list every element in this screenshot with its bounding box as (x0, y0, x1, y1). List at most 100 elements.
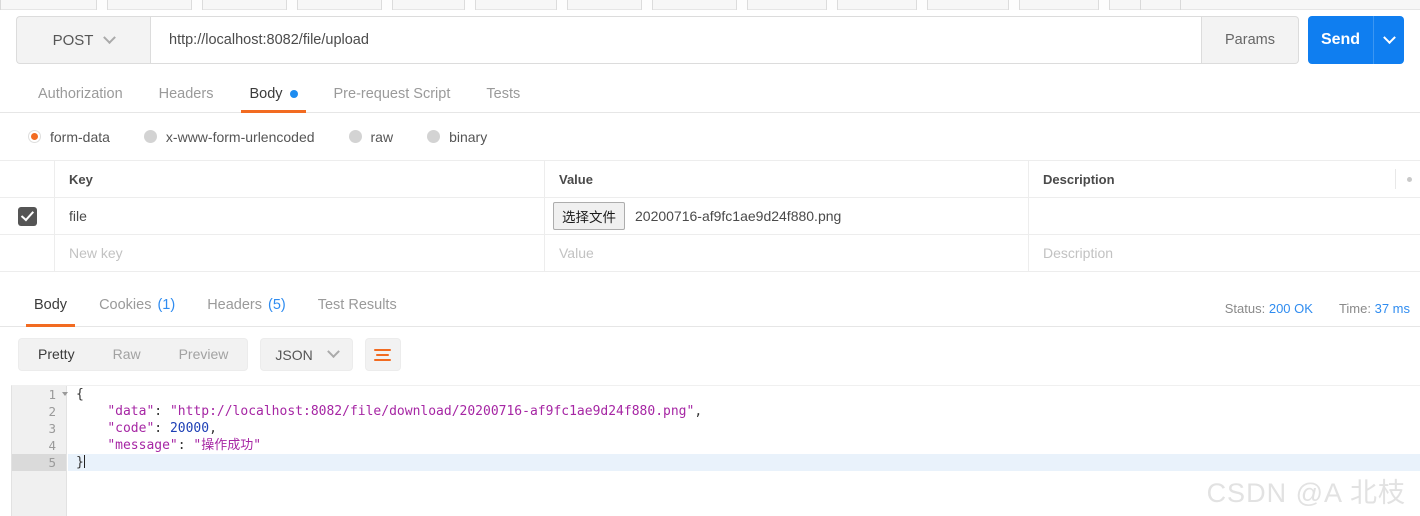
choose-file-button[interactable]: 选择文件 (553, 202, 625, 230)
radio-label: raw (370, 128, 394, 145)
send-button[interactable]: Send (1308, 16, 1373, 64)
json-value-message: "操作成功" (193, 438, 262, 453)
chevron-down-icon (1382, 30, 1396, 44)
column-header-description: Description (1043, 171, 1115, 187)
tab-tick (381, 0, 393, 10)
json-colon: : (177, 438, 194, 453)
radio-icon (143, 130, 157, 143)
header-key-cell: Key (55, 161, 545, 197)
response-tab-test-results[interactable]: Test Results (302, 284, 413, 326)
url-input[interactable]: http://localhost:8082/file/upload (150, 16, 1202, 64)
row-description-cell[interactable] (1029, 198, 1420, 234)
params-button[interactable]: Params (1202, 16, 1299, 64)
json-key-code: "code" (107, 421, 155, 436)
body-type-radio-group: form-data x-www-form-urlencoded raw bina… (0, 113, 1420, 161)
code-line-4: "message": "操作成功" (68, 437, 1420, 454)
time-label: Time: (1338, 301, 1371, 316)
url-text: http://localhost:8082/file/upload (169, 32, 369, 48)
tab-label: Headers (158, 86, 214, 102)
table-row: file 选择文件 20200716-af9fc1ae9d24f880.png (0, 198, 1420, 235)
tab-tick (286, 0, 298, 10)
wrap-line-icon (376, 353, 390, 356)
tab-tick (736, 0, 748, 10)
table-header-row: Key Value Description (0, 161, 1420, 198)
json-value-code: 20000 (169, 421, 210, 436)
tab-label: Authorization (38, 86, 123, 102)
radio-form-data[interactable]: form-data (28, 129, 110, 145)
json-value-data: "http://localhost:8082/file/download/202… (169, 404, 695, 419)
line-number: 2 (48, 404, 56, 419)
wrap-line-icon (374, 348, 392, 351)
send-group: Send (1308, 16, 1404, 64)
send-label: Send (1320, 31, 1361, 48)
json-open-brace: { (76, 387, 84, 402)
editor-gutter: 1 2 3 4 5 (12, 386, 68, 516)
radio-label: form-data (50, 128, 110, 145)
tab-tick (641, 0, 653, 10)
tab-tests[interactable]: Tests (468, 76, 538, 112)
table-new-row: New key Value Description (0, 235, 1420, 272)
body-modified-dot-icon (289, 90, 298, 98)
send-options-button[interactable] (1373, 16, 1404, 64)
tab-label: Body (249, 86, 283, 102)
view-mode-raw[interactable]: Raw (94, 338, 160, 371)
time-value: 37 ms (1374, 301, 1410, 316)
tab-label: Pre-request Script (333, 86, 451, 102)
new-key-cell[interactable]: New key (55, 235, 545, 271)
params-label: Params (1225, 32, 1275, 48)
radio-x-www-form-urlencoded[interactable]: x-www-form-urlencoded (143, 129, 315, 145)
form-data-table: Key Value Description file 选择文件 20200716… (0, 161, 1420, 272)
tab-authorization[interactable]: Authorization (20, 76, 141, 112)
row-key-cell[interactable]: file (55, 198, 545, 234)
new-description-placeholder: Description (1043, 245, 1114, 261)
code-line-2: "data": "http://localhost:8082/file/down… (68, 403, 1420, 420)
bulk-edit-icon[interactable] (1407, 176, 1412, 182)
row-checkbox-cell (0, 198, 55, 234)
tab-tick (1098, 0, 1110, 10)
tab-label: Cookies (99, 297, 152, 313)
radio-binary[interactable]: binary (427, 129, 487, 145)
tab-headers[interactable]: Headers (141, 76, 232, 112)
chevron-down-icon (326, 345, 340, 359)
radio-label: binary (449, 128, 488, 145)
new-value-cell[interactable]: Value (545, 235, 1029, 271)
radio-icon (427, 130, 441, 143)
chevron-down-icon (103, 30, 117, 44)
status-value: 200 OK (1268, 301, 1313, 316)
tab-tick (1008, 0, 1020, 10)
tab-tick (916, 0, 928, 10)
selected-file-name: 20200716-af9fc1ae9d24f880.png (635, 208, 842, 224)
text-caret (83, 455, 85, 468)
tab-tick (556, 0, 568, 10)
status-label: Status: (1224, 301, 1266, 316)
method-dropdown[interactable]: POST (16, 16, 150, 64)
json-key-message: "message" (107, 438, 178, 453)
response-view-toolbar: Pretty Raw Preview JSON (18, 338, 401, 371)
response-tab-cookies[interactable]: Cookies (1) (83, 284, 191, 326)
tab-tick (96, 0, 108, 10)
view-mode-preview[interactable]: Preview (160, 338, 248, 371)
header-value-cell: Value (545, 161, 1029, 197)
tab-body[interactable]: Body (231, 76, 315, 113)
status-badge: Status: 200 OK (1225, 301, 1313, 316)
tab-tick (464, 0, 476, 10)
tab-label: Body (34, 297, 68, 313)
time-badge: Time: 37 ms (1339, 301, 1410, 316)
row-value-cell: 选择文件 20200716-af9fc1ae9d24f880.png (545, 198, 1029, 234)
tab-label: Tests (486, 86, 521, 102)
response-tab-headers[interactable]: Headers (5) (191, 284, 302, 326)
response-tab-body[interactable]: Body (18, 284, 83, 327)
row-key-text: file (69, 208, 87, 224)
radio-raw[interactable]: raw (348, 128, 394, 145)
response-meta: Status: 200 OK Time: 37 ms (1225, 301, 1410, 316)
tab-pre-request-script[interactable]: Pre-request Script (316, 76, 469, 112)
word-wrap-button[interactable] (364, 338, 401, 371)
radio-icon (348, 130, 362, 143)
view-mode-pretty[interactable]: Pretty (19, 338, 94, 371)
new-description-cell[interactable]: Description (1029, 235, 1420, 271)
format-dropdown[interactable]: JSON (260, 338, 353, 371)
format-label: JSON (275, 346, 313, 363)
row-checkbox[interactable] (17, 206, 37, 226)
new-value-placeholder: Value (559, 245, 594, 261)
tab-tick (826, 0, 838, 10)
